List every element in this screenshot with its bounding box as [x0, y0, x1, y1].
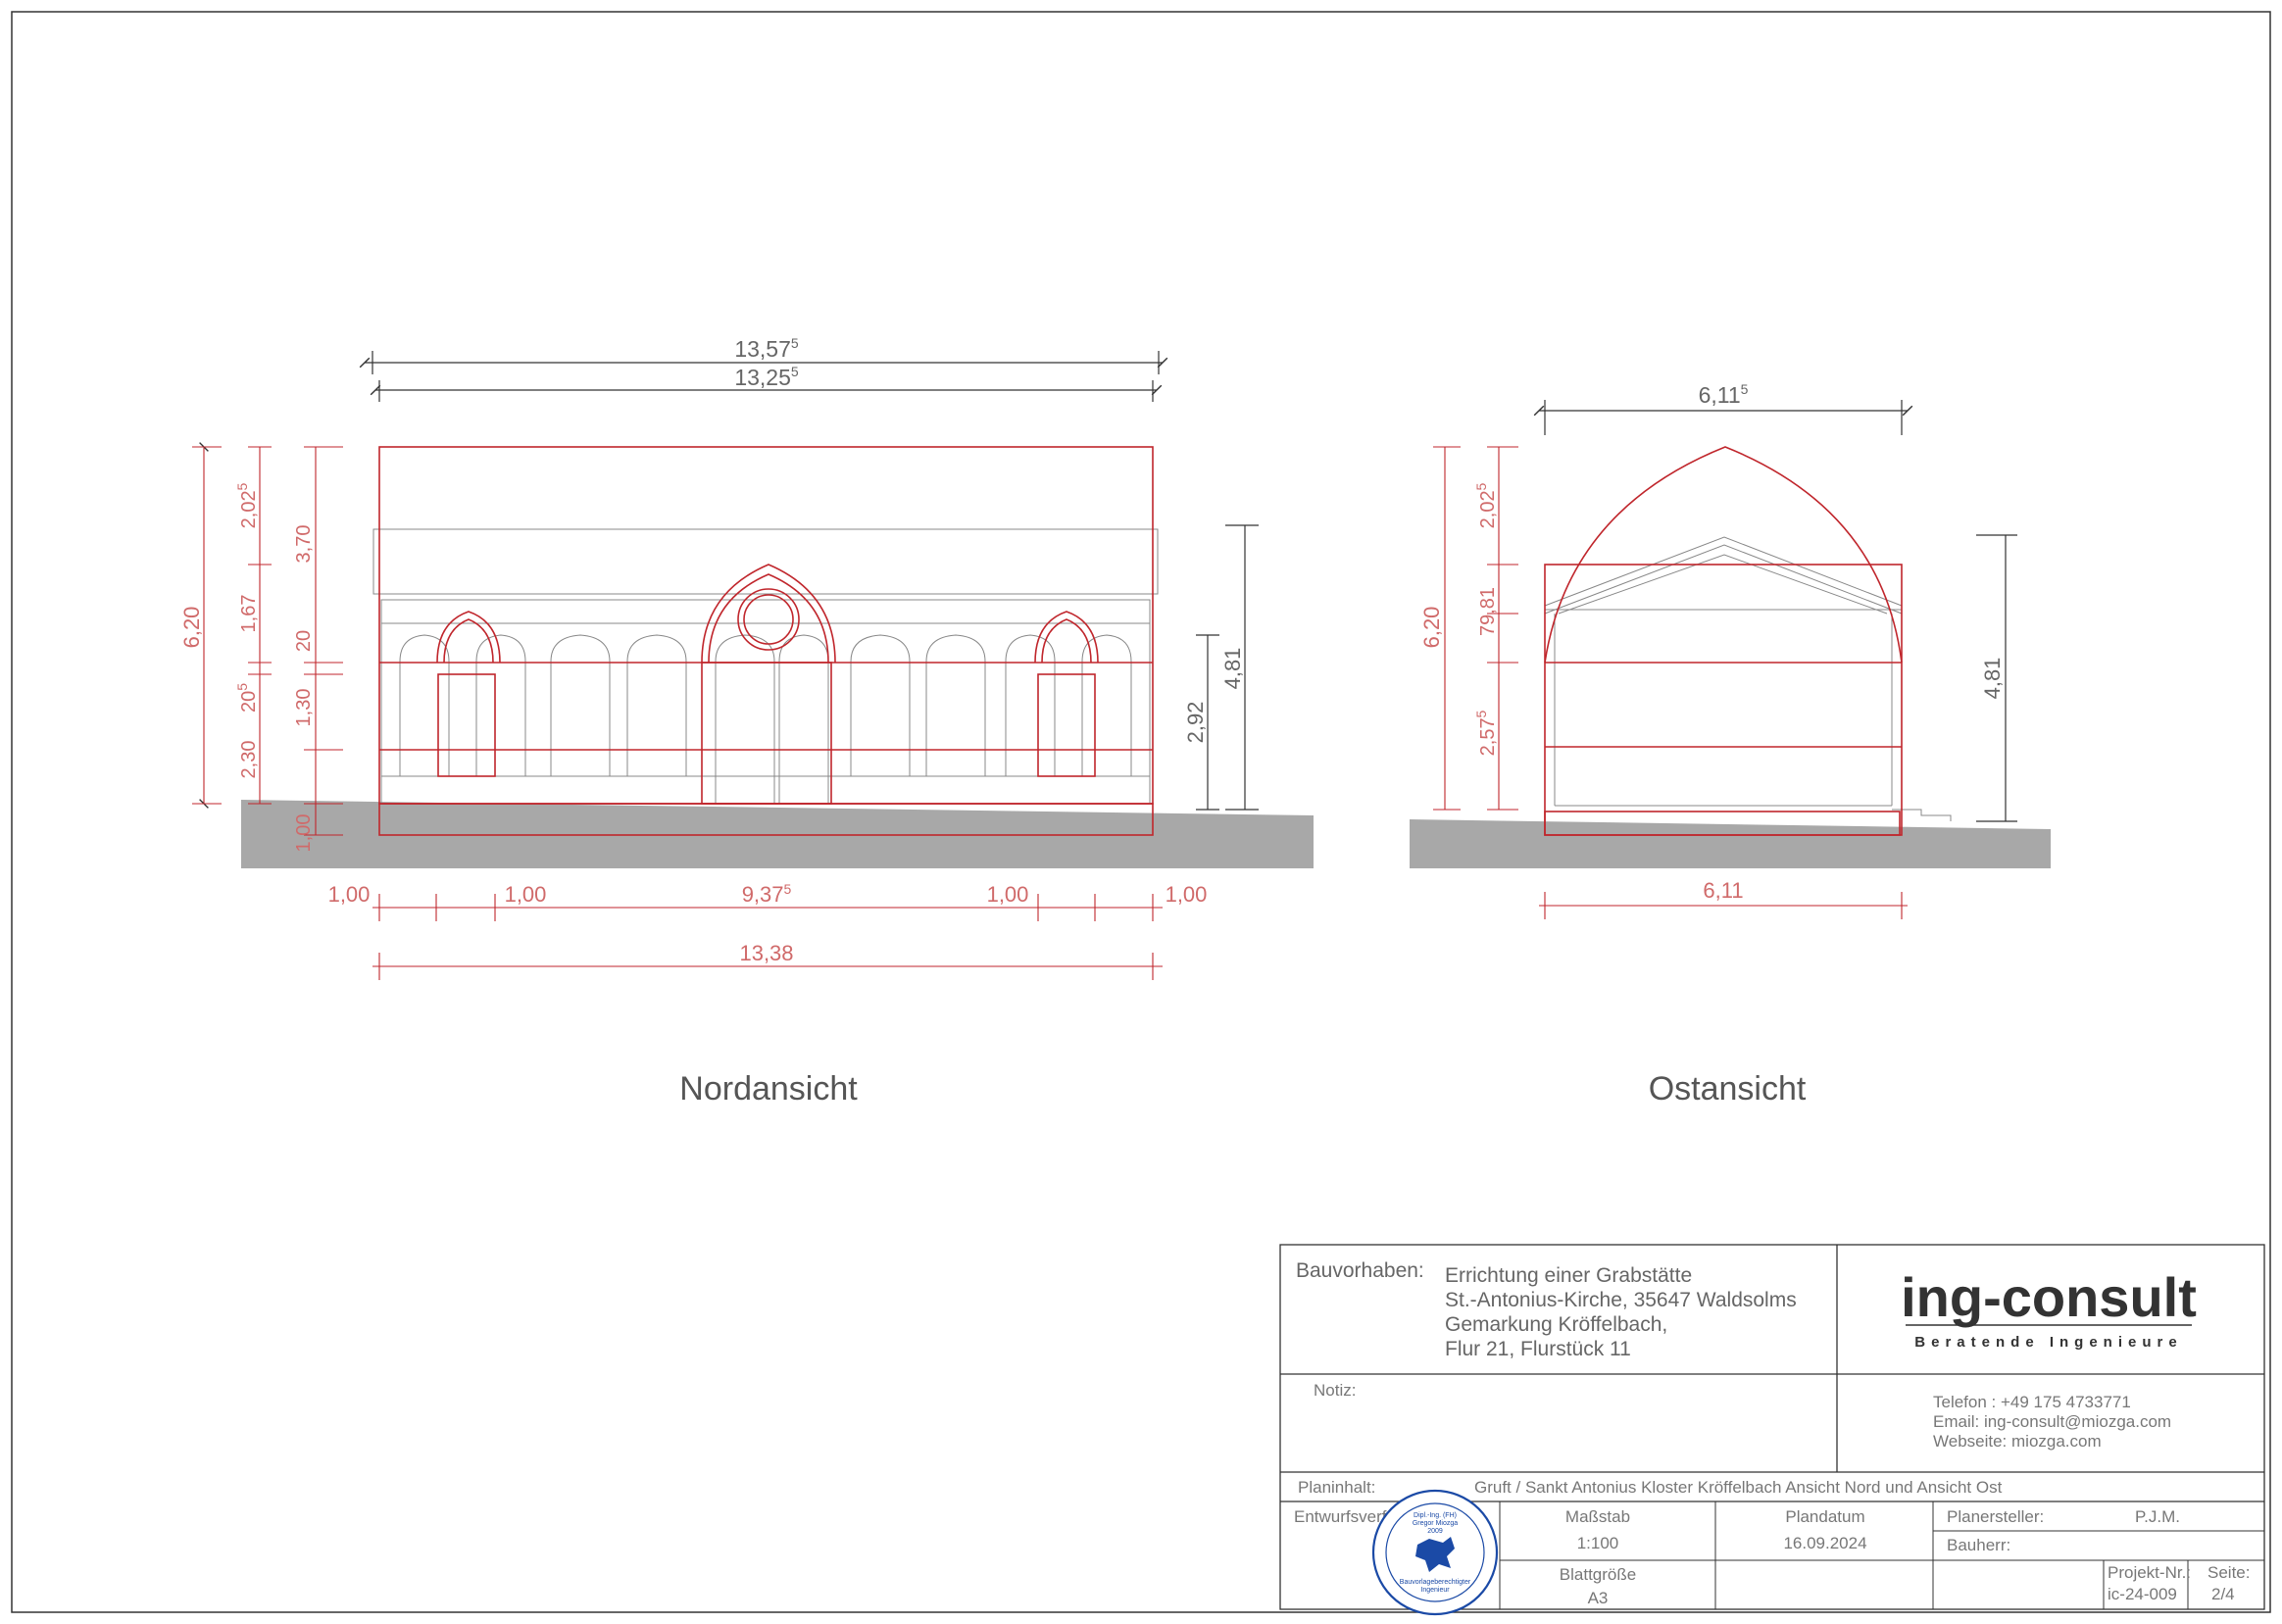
north-elevation	[241, 446, 1314, 868]
east-dim-left-total: 6,20	[1419, 607, 1444, 649]
bauvorhaben-line-3: Gemarkung Kröffelbach,	[1445, 1313, 1667, 1336]
plandatum-value: 16.09.2024	[1783, 1534, 1866, 1552]
plandatum-label: Plandatum	[1785, 1507, 1864, 1526]
bauherr-label: Bauherr:	[1947, 1536, 2010, 1554]
north-view-title: Nordansicht	[679, 1070, 858, 1107]
contact-email: Email: ing-consult@miozga.com	[1933, 1412, 2171, 1431]
dim-bottom-5: 1,00	[1166, 882, 1208, 907]
company-logo-subtitle: Beratende Ingenieure	[1914, 1334, 2182, 1351]
rose-window	[737, 588, 800, 651]
dim-left-e: 3,70	[293, 525, 315, 564]
dim-left-b: 1,67	[238, 595, 260, 633]
entwurf-label: Entwurfsverf.	[1294, 1507, 1391, 1526]
dim-right-b: 2,92	[1183, 702, 1208, 744]
east-dim-top: 6,115	[1699, 381, 1749, 408]
dim-left-a: 2,025	[234, 482, 260, 528]
east-outline	[1544, 564, 1903, 836]
contact-phone: Telefon : +49 175 4733771	[1933, 1393, 2131, 1411]
dim-right-a: 4,81	[1220, 648, 1245, 690]
dim-bottom-2: 1,00	[505, 882, 547, 907]
window-arches	[399, 634, 1132, 804]
massstab-label: Maßstab	[1565, 1507, 1630, 1526]
dim-left-d: 2,30	[238, 741, 260, 779]
east-view-title: Ostansicht	[1649, 1070, 1807, 1107]
bauvorhaben-label: Bauvorhaben:	[1296, 1259, 1424, 1282]
blattgroesse-label: Blattgröße	[1560, 1565, 1636, 1584]
stamp-name-2: Gregor Miozga	[1413, 1520, 1458, 1527]
east-dim-left-a: 2,025	[1473, 482, 1499, 528]
projekt-label: Projekt-Nr.:	[2108, 1563, 2191, 1582]
company-logo: ing-consult	[1901, 1266, 2197, 1328]
bauvorhaben-line-1: Errichtung einer Grabstätte	[1445, 1264, 1692, 1287]
massstab-value: 1:100	[1577, 1534, 1619, 1552]
east-dim-left-c: 2,575	[1473, 710, 1499, 756]
stamp-role-1: Bauvorlageberechtigter	[1400, 1579, 1471, 1586]
planinhalt-label: Planinhalt:	[1298, 1478, 1375, 1497]
seite-value: 2/4	[2211, 1585, 2235, 1603]
dim-left-f: 20	[293, 630, 315, 652]
dim-left-g: 1,30	[293, 689, 315, 727]
bauvorhaben-line-2: St.-Antonius-Kirche, 35647 Waldsolms	[1445, 1289, 1797, 1311]
seite-label: Seite:	[2208, 1563, 2250, 1582]
dim-bottom-3: 9,375	[742, 881, 792, 907]
dim-top-inner: 13,255	[734, 364, 799, 390]
blattgroesse-value: A3	[1588, 1589, 1609, 1607]
dim-left-h: 1,00	[293, 814, 315, 853]
dim-left-total: 6,20	[179, 607, 204, 649]
dim-bottom-1: 1,00	[328, 882, 371, 907]
official-stamp: Dipl.-Ing. (FH) Gregor Miozga 2009 Bauvo…	[1371, 1489, 1499, 1616]
gothic-portal	[701, 564, 836, 664]
contact-web: Webseite: miozga.com	[1933, 1432, 2102, 1451]
dim-left-c: 205	[234, 683, 260, 713]
dim-top-overall: 13,575	[734, 335, 799, 362]
stamp-name-1: Dipl.-Ing. (FH)	[1414, 1512, 1457, 1519]
east-dim-bottom: 6,11	[1703, 878, 1743, 903]
dim-bottom-4: 1,00	[987, 882, 1029, 907]
bauvorhaben-line-4: Flur 21, Flurstück 11	[1445, 1338, 1631, 1360]
projekt-value: ic-24-009	[2108, 1585, 2177, 1603]
ground-fill-east	[1410, 819, 2051, 868]
building-lines	[372, 528, 1159, 805]
planinhalt-value: Gruft / Sankt Antonius Kloster Kröffelba…	[1474, 1478, 2003, 1497]
planersteller-value: P.J.M.	[2135, 1507, 2180, 1526]
drawing-sheet: 13,575 13,255 6,20 2,025 1,67 205 2,30 3…	[11, 11, 2271, 1616]
notiz-label: Notiz:	[1314, 1381, 1356, 1400]
east-dim-left-b: 79,81	[1477, 587, 1499, 636]
stamp-role-2: Ingenieur	[1420, 1587, 1450, 1594]
east-dim-right-a: 4,81	[1980, 658, 2005, 700]
stamp-year: 2009	[1427, 1528, 1443, 1535]
east-elevation	[1410, 446, 2051, 868]
dim-bottom-total: 13,38	[739, 941, 793, 965]
planersteller-label: Planersteller:	[1947, 1507, 2044, 1526]
